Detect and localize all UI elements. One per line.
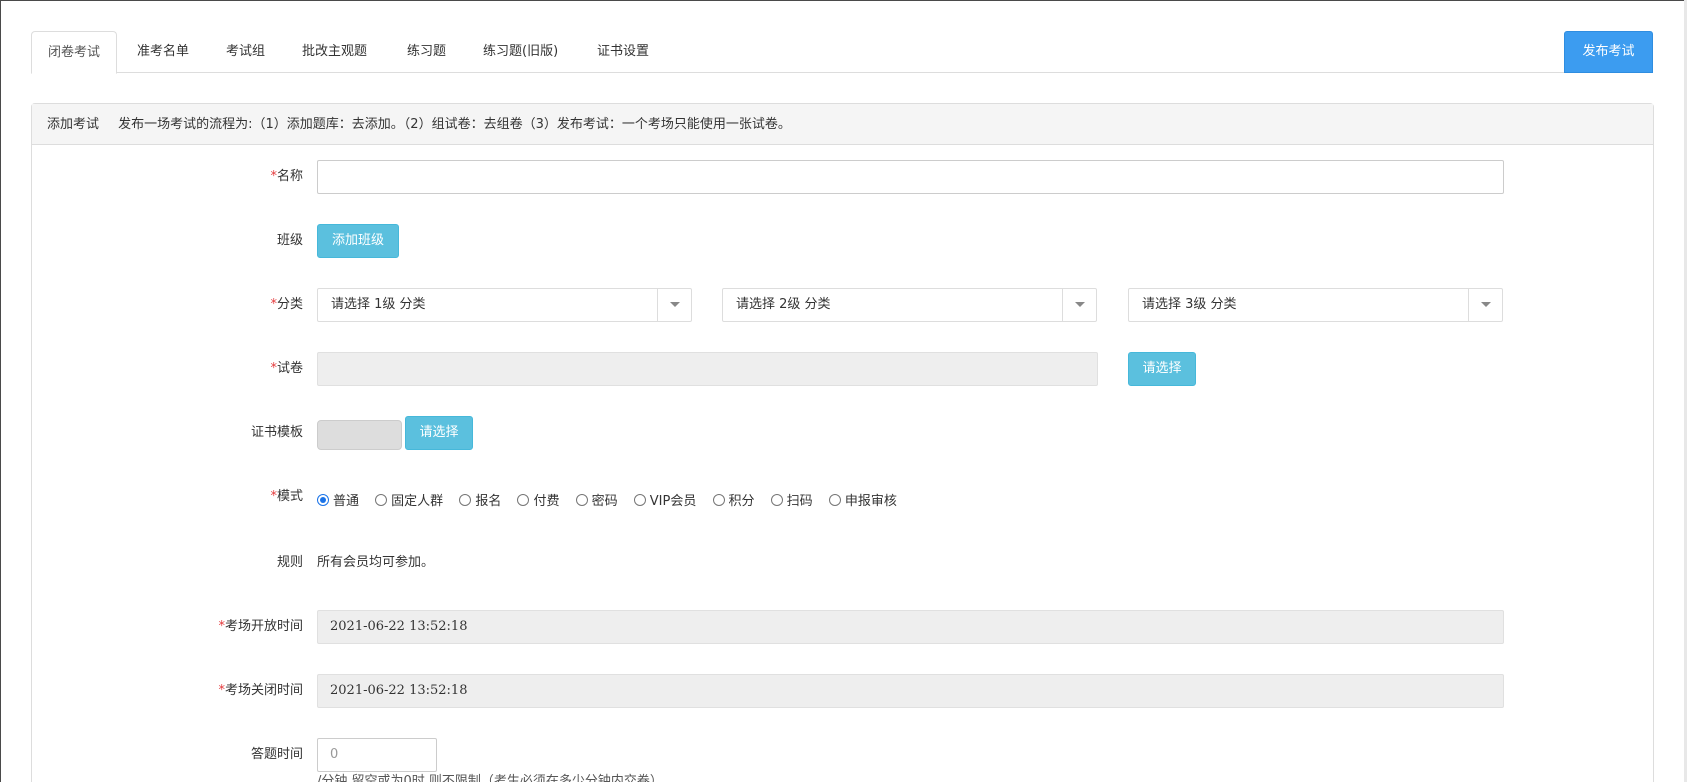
paper-input — [317, 352, 1098, 386]
tab-practice-legacy[interactable]: 练习题(旧版) — [467, 31, 574, 73]
radio-icon — [828, 494, 841, 506]
class-label: 班级 — [276, 233, 303, 248]
answer-time-input[interactable]: 0 — [317, 738, 437, 772]
chevron-down-icon — [1468, 289, 1502, 321]
category-level2-select[interactable]: 请选择 2级 分类 — [722, 288, 1097, 322]
radio-icon — [712, 494, 725, 506]
open-time-label: *考场开放时间 — [218, 619, 303, 634]
mode-radio-signup[interactable]: 报名 — [459, 490, 501, 509]
window-border-left — [0, 0, 1, 782]
name-label: *名称 — [270, 169, 303, 184]
radio-icon — [770, 494, 783, 506]
category-level1-select[interactable]: 请选择 1级 分类 — [317, 288, 692, 322]
close-time-label: *考场关闭时间 — [218, 683, 303, 698]
category-level3-select[interactable]: 请选择 3级 分类 — [1128, 288, 1503, 322]
paper-label: *试卷 — [270, 361, 303, 376]
rule-label: 规则 — [276, 555, 303, 570]
mode-radio-review[interactable]: 申报审核 — [828, 490, 897, 509]
rule-text: 所有会员均可参加。 — [317, 555, 435, 570]
mode-radio-paid[interactable]: 付费 — [517, 490, 559, 509]
add-class-button[interactable]: 添加班级 — [317, 224, 399, 258]
tab-certificate-settings[interactable]: 证书设置 — [581, 31, 665, 73]
publish-exam-button[interactable]: 发布考试 — [1564, 31, 1653, 73]
radio-icon — [459, 494, 472, 506]
mode-radio-points[interactable]: 积分 — [712, 490, 755, 509]
paper-select-button[interactable]: 请选择 — [1128, 352, 1196, 386]
mode-label: *模式 — [270, 489, 303, 504]
cert-select-button[interactable]: 请选择 — [405, 416, 473, 450]
category-label: *分类 — [270, 297, 303, 312]
mode-radio-vip[interactable]: VIP会员 — [633, 490, 696, 509]
panel-heading: 添加考试 发布一场考试的流程为:（1）添加题库：去添加。（2）组试卷：去组卷（3… — [32, 104, 1653, 145]
mode-radio-group: 普通 固定人群 报名 付费 密码 VIP会员 积分 扫码 申报审核 — [317, 490, 909, 510]
mode-radio-normal[interactable]: 普通 — [317, 490, 359, 509]
panel-title: 添加考试 — [47, 117, 100, 132]
panel-description: 发布一场考试的流程为:（1）添加题库：去添加。（2）组试卷：去组卷（3）发布考试… — [118, 117, 791, 132]
radio-icon — [633, 494, 646, 506]
close-time-input[interactable]: 2021-06-22 13:52:18 — [317, 674, 1504, 708]
answer-time-label: 答题时间 — [250, 747, 303, 762]
chevron-down-icon — [1062, 289, 1096, 321]
radio-icon — [375, 494, 388, 506]
radio-icon — [517, 494, 530, 506]
category-level1-value: 请选择 1级 分类 — [331, 297, 426, 312]
tab-exam-group[interactable]: 考试组 — [210, 31, 281, 73]
cert-template-preview — [317, 420, 402, 450]
radio-checked-icon — [317, 494, 329, 506]
tab-bar: 闭卷考试 准考名单 考试组 批改主观题 练习题 练习题(旧版) 证书设置 — [31, 31, 1653, 74]
radio-icon — [575, 494, 588, 506]
cert-template-label: 证书模板 — [250, 425, 303, 440]
mode-radio-password[interactable]: 密码 — [575, 490, 618, 509]
answer-time-hint: /分钟,留空或为0时,则不限制（考生必须在多少分钟内交卷） — [317, 774, 663, 782]
mode-radio-scan[interactable]: 扫码 — [770, 490, 813, 509]
window-border-top — [0, 0, 1687, 1]
tab-closed-exam[interactable]: 闭卷考试 — [31, 31, 118, 74]
category-level2-value: 请选择 2级 分类 — [736, 297, 831, 312]
chevron-down-icon — [657, 289, 691, 321]
tab-candidate-list[interactable]: 准考名单 — [121, 31, 205, 73]
name-input[interactable] — [317, 160, 1504, 194]
tab-grade-subjective[interactable]: 批改主观题 — [286, 31, 383, 73]
category-level3-value: 请选择 3级 分类 — [1142, 297, 1237, 312]
mode-radio-fixed-group[interactable]: 固定人群 — [375, 490, 443, 509]
tab-practice[interactable]: 练习题 — [391, 31, 462, 73]
open-time-input[interactable]: 2021-06-22 13:52:18 — [317, 610, 1504, 644]
